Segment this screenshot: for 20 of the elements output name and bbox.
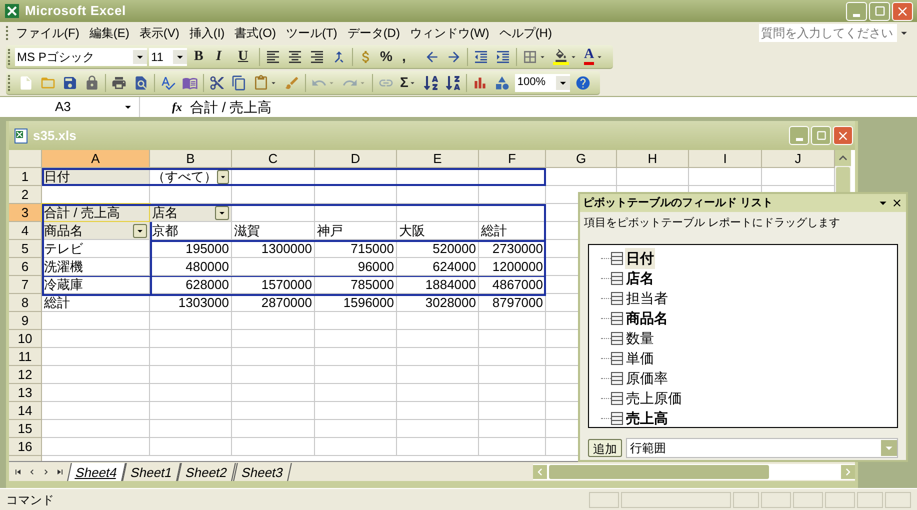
table-cell: 京都: [150, 222, 232, 240]
table-cell: 624000: [397, 258, 479, 276]
table-cell: 大阪: [397, 222, 479, 240]
table-cell: 96000: [315, 258, 397, 276]
panel-title: ピボットテーブルのフィールド リスト: [583, 196, 774, 211]
table-cell: テレビ: [42, 240, 150, 258]
table-cell: 785000: [315, 276, 397, 294]
table-cell: 1570000: [232, 276, 315, 294]
table-cell: 神戸: [315, 222, 397, 240]
table-cell: 滋賀: [232, 222, 315, 240]
window-title: Microsoft Excel: [25, 2, 126, 20]
workbook-title: s35.xls: [33, 126, 76, 145]
status-text: コマンド: [6, 492, 54, 508]
panel-hint: 項目をピボットテーブル レポートにドラッグします: [583, 216, 842, 231]
table-cell: 総計: [479, 222, 546, 240]
table-cell: 480000: [150, 258, 232, 276]
table-cell: 洗濯機: [42, 258, 150, 276]
table-cell: 1884000: [397, 276, 479, 294]
table-cell: 冷蔵庫: [42, 276, 150, 294]
table-cell: 628000: [150, 276, 232, 294]
